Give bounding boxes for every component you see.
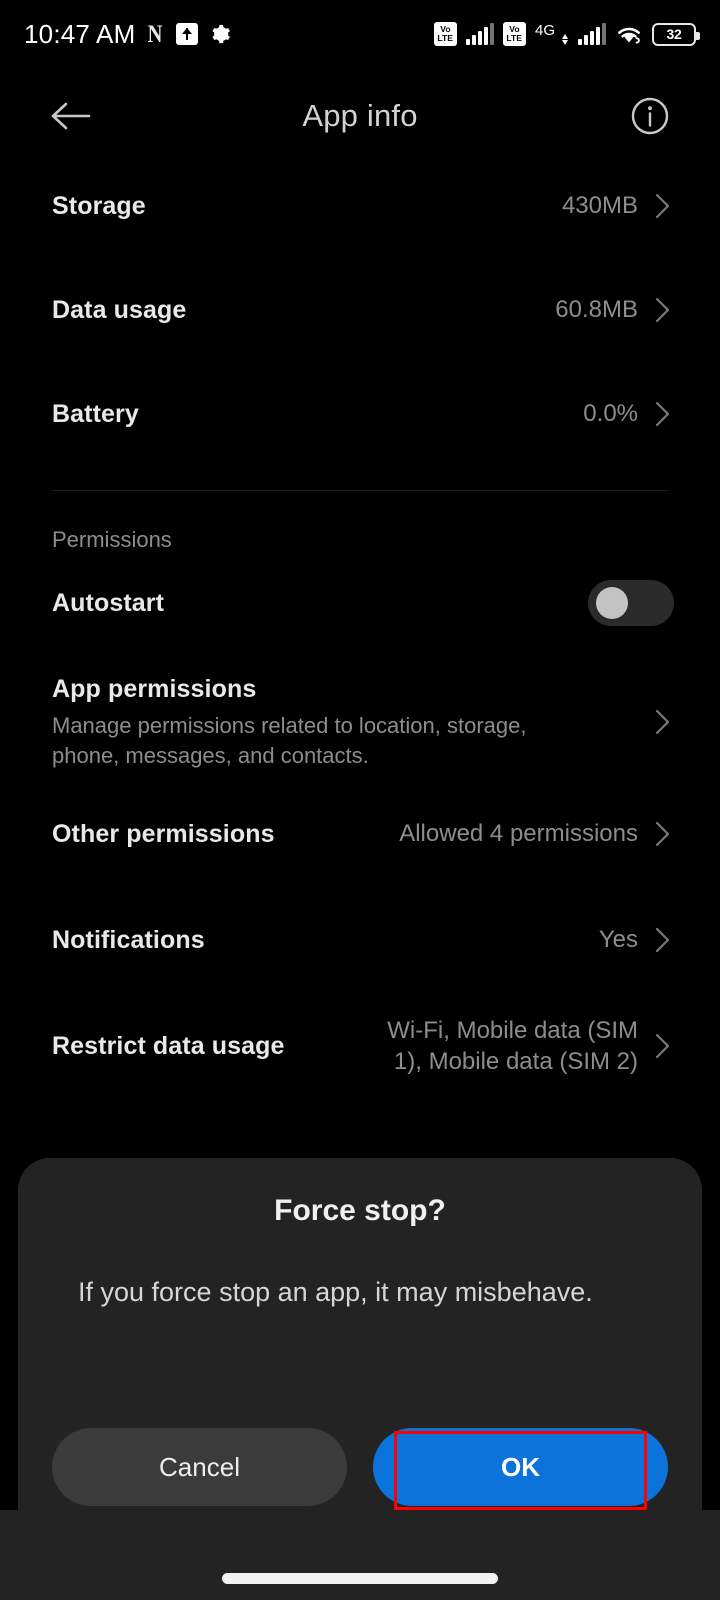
list-item-notifications[interactable]: Notifications Yes xyxy=(0,887,720,993)
volte-sim2-icon: Vo LTE xyxy=(502,22,526,46)
navigation-bar xyxy=(0,1510,720,1600)
row-value: 60.8MB xyxy=(555,296,638,323)
row-main: Autostart xyxy=(52,589,574,618)
chevron-right-icon xyxy=(652,297,674,323)
chevron-right-icon xyxy=(652,927,674,953)
row-main: Notifications xyxy=(52,926,585,955)
signal-sim2-icon xyxy=(578,23,606,45)
chevron-right-icon xyxy=(652,401,674,427)
list-item-other-permissions[interactable]: Other permissions Allowed 4 permissions xyxy=(0,781,720,887)
list-item-storage[interactable]: Storage 430MB xyxy=(0,154,720,258)
row-value: 430MB xyxy=(561,192,638,219)
signal-sim1-icon xyxy=(465,23,494,45)
row-value: Wi-Fi, Mobile data (SIM 1), Mobile data … xyxy=(387,1016,638,1075)
netflix-n-icon: N xyxy=(148,20,163,48)
row-value: Allowed 4 permissions xyxy=(399,820,638,847)
row-main: App permissions Manage permissions relat… xyxy=(52,675,638,770)
row-main: Battery xyxy=(52,400,569,429)
list-item-battery[interactable]: Battery 0.0% xyxy=(0,362,720,466)
row-subtitle: Manage permissions related to location, … xyxy=(52,713,527,768)
autostart-toggle[interactable] xyxy=(588,580,674,626)
list-item-app-permissions[interactable]: App permissions Manage permissions relat… xyxy=(0,653,720,781)
row-main: Other permissions xyxy=(52,820,385,849)
list-item-restrict-data-usage[interactable]: Restrict data usage Wi-Fi, Mobile data (… xyxy=(0,993,720,1099)
status-bar: 10:47 AM N Vo LTE Vo LTE 4G 32 xyxy=(0,0,720,68)
volte-sim1-icon: Vo LTE xyxy=(433,22,457,46)
chevron-right-icon xyxy=(652,1033,674,1059)
battery-icon: 32 xyxy=(652,22,700,46)
battery-level-text: 32 xyxy=(666,26,682,42)
status-clock: 10:47 AM xyxy=(24,18,136,49)
row-title: Battery xyxy=(52,399,139,428)
force-stop-dialog: Force stop? If you force stop an app, it… xyxy=(18,1158,702,1558)
info-icon[interactable] xyxy=(626,92,674,140)
row-title: Other permissions xyxy=(52,819,275,848)
phone-screen: 10:47 AM N Vo LTE Vo LTE 4G 32 App info … xyxy=(0,0,720,1600)
volte-bottom-text: LTE xyxy=(437,33,454,43)
cancel-button[interactable]: Cancel xyxy=(52,1428,347,1506)
status-bar-left: 10:47 AM N xyxy=(24,19,231,50)
list-item-autostart[interactable]: Autostart xyxy=(0,553,720,653)
list-item-data-usage[interactable]: Data usage 60.8MB xyxy=(0,258,720,362)
dialog-actions: Cancel OK xyxy=(18,1428,702,1506)
row-title: Data usage xyxy=(52,295,187,324)
row-main: Restrict data usage xyxy=(52,1032,354,1061)
row-value: 0.0% xyxy=(583,400,638,427)
toggle-knob xyxy=(596,587,628,619)
volte2-bottom-text: LTE xyxy=(506,33,523,43)
row-title: Notifications xyxy=(52,925,205,954)
home-indicator[interactable] xyxy=(222,1573,498,1584)
gear-icon xyxy=(209,23,231,45)
app-bar: App info xyxy=(0,78,720,154)
section-header-permissions: Permissions xyxy=(52,527,172,552)
app-info-list: Storage 430MB Data usage 60.8MB Battery … xyxy=(0,154,720,1099)
page-title: App info xyxy=(302,98,418,133)
row-title: Autostart xyxy=(52,588,165,617)
row-title: Storage xyxy=(52,191,146,220)
row-main: Data usage xyxy=(52,296,541,325)
back-arrow-icon[interactable] xyxy=(44,88,100,144)
wifi-icon xyxy=(615,23,643,45)
dialog-message: If you force stop an app, it may misbeha… xyxy=(78,1277,593,1307)
ok-button[interactable]: OK xyxy=(373,1428,668,1506)
row-title: Restrict data usage xyxy=(52,1031,285,1060)
chevron-right-icon xyxy=(652,709,674,735)
row-title: App permissions xyxy=(52,675,257,703)
row-value: Yes xyxy=(598,926,638,953)
dialog-title: Force stop? xyxy=(274,1194,446,1227)
chevron-right-icon xyxy=(652,821,674,847)
row-main: Storage xyxy=(52,192,548,221)
upload-box-icon xyxy=(175,23,198,45)
network-type-label: 4G xyxy=(534,22,555,39)
chevron-right-icon xyxy=(652,193,674,219)
data-transfer-icon xyxy=(562,23,568,45)
status-bar-right: Vo LTE Vo LTE 4G 32 xyxy=(433,22,700,46)
